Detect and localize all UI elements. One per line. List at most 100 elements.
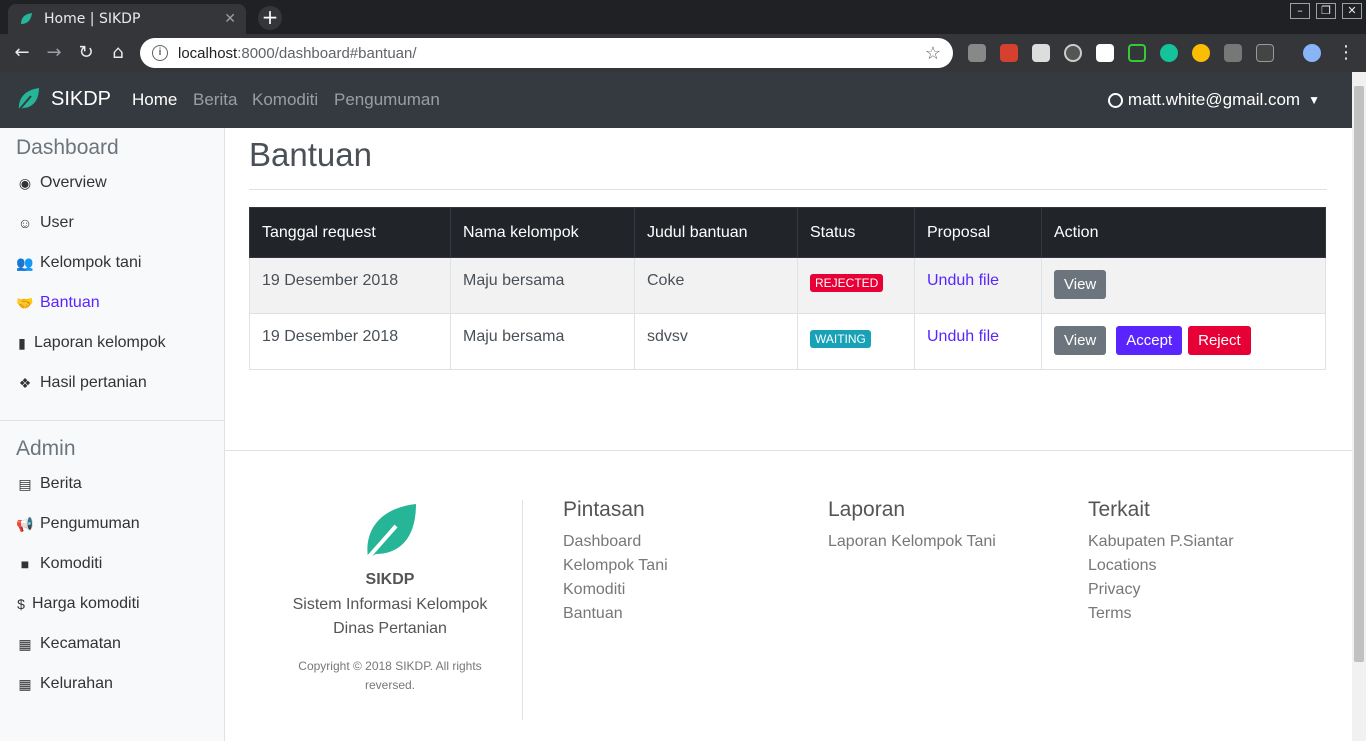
footer-link[interactable]: Kabupaten P.Siantar xyxy=(1088,530,1234,554)
main-content: Bantuan Tanggal request Nama kelompok Ju… xyxy=(225,128,1352,741)
sidebar-item-kecamatan[interactable]: ▦ Kecamatan xyxy=(16,635,121,653)
scrollbar-thumb[interactable] xyxy=(1354,86,1364,662)
download-link[interactable]: Unduh file xyxy=(927,328,999,345)
footer-col-pintasan: Pintasan Dashboard Kelompok Tani Komodit… xyxy=(563,498,668,626)
download-link[interactable]: Unduh file xyxy=(927,272,999,289)
table-row: 19 Desember 2018 Maju bersama Coke REJEC… xyxy=(249,257,1326,314)
view-button[interactable]: View xyxy=(1054,326,1107,355)
bullhorn-icon: 📢 xyxy=(16,515,34,532)
sidebar: Dashboard ◉ Overview ☺ User 👥 Kelompok tani… xyxy=(0,128,225,741)
sidebar-item-label: Overview xyxy=(40,174,107,191)
footer-link[interactable]: Komoditi xyxy=(563,578,668,602)
extension-icon[interactable] xyxy=(1128,44,1146,62)
minimize-button[interactable]: – xyxy=(1290,3,1310,19)
app-navbar: SIKDP Home Berita Komoditi Pengumuman ma… xyxy=(0,72,1352,128)
menu-icon[interactable]: ⋮ xyxy=(1334,41,1358,65)
profile-avatar[interactable] xyxy=(1303,44,1321,62)
sidebar-item-pengumuman[interactable]: 📢 Pengumuman xyxy=(16,515,139,533)
footer-link[interactable]: Privacy xyxy=(1088,578,1234,602)
bookmark-star-icon[interactable]: ☆ xyxy=(925,43,941,64)
sidebar-item-label: Kelurahan xyxy=(40,675,113,692)
sidebar-heading-dashboard: Dashboard xyxy=(16,136,119,159)
sidebar-item-label: User xyxy=(40,214,74,231)
accept-button[interactable]: Accept xyxy=(1116,326,1183,355)
sidebar-item-label: Kelompok tani xyxy=(40,254,142,271)
reload-icon[interactable]: ↻ xyxy=(74,41,98,65)
extension-icon[interactable] xyxy=(1032,44,1050,62)
sidebar-item-overview[interactable]: ◉ Overview xyxy=(16,174,107,192)
browser-tab[interactable]: Home | SIKDP ✕ xyxy=(8,4,246,34)
status-cell: REJECTED xyxy=(797,257,915,314)
dollar-icon: $ xyxy=(17,596,25,612)
footer-desc-line: Dinas Pertanian xyxy=(333,620,447,637)
sidebar-item-label: Harga komoditi xyxy=(32,595,140,612)
info-icon[interactable]: i xyxy=(152,45,168,61)
sidebar-item-label: Berita xyxy=(40,475,82,492)
sidebar-item-kelompok-tani[interactable]: 👥 Kelompok tani xyxy=(16,254,141,272)
new-tab-button[interactable]: + xyxy=(258,6,282,30)
footer-heading: Pintasan xyxy=(563,498,645,521)
user-menu[interactable]: matt.white@gmail.com ▼ xyxy=(1107,90,1320,110)
extension-icon[interactable] xyxy=(1096,44,1114,62)
sidebar-item-label: Bantuan xyxy=(40,294,100,311)
table-row: 19 Desember 2018 Maju bersama sdvsv WAIT… xyxy=(249,313,1326,370)
sidebar-item-hasil-pertanian[interactable]: ❖ Hasil pertanian xyxy=(16,374,147,392)
footer-link[interactable]: Kelompok Tani xyxy=(563,554,668,578)
view-button[interactable]: View xyxy=(1054,270,1107,299)
footer-link[interactable]: Terms xyxy=(1088,602,1234,626)
extension-icon[interactable] xyxy=(968,44,986,62)
group-cell: Maju bersama xyxy=(450,257,635,314)
reject-button[interactable]: Reject xyxy=(1188,326,1251,355)
footer-link[interactable]: Locations xyxy=(1088,554,1234,578)
extension-icon[interactable] xyxy=(1192,44,1210,62)
sidebar-item-laporan-kelompok[interactable]: ▮ Laporan kelompok xyxy=(16,334,166,352)
footer-link[interactable]: Bantuan xyxy=(563,602,668,626)
nav-home[interactable]: Home xyxy=(132,90,177,110)
file-icon: ▮ xyxy=(18,334,26,351)
extension-icon[interactable] xyxy=(1064,44,1082,62)
tab-close-icon[interactable]: ✕ xyxy=(224,11,236,27)
newspaper-icon: ▤ xyxy=(18,475,32,492)
sidebar-item-komoditi[interactable]: ■ Komoditi xyxy=(16,555,102,573)
title-divider xyxy=(249,189,1327,190)
extension-icon[interactable] xyxy=(1224,44,1242,62)
footer-brand-name: SIKDP xyxy=(365,571,415,588)
column-header: Action xyxy=(1041,207,1326,258)
forward-icon[interactable]: → xyxy=(42,41,66,65)
sidebar-heading-admin: Admin xyxy=(16,437,76,460)
sidebar-item-kelurahan[interactable]: ▦ Kelurahan xyxy=(16,675,113,693)
footer-separator xyxy=(522,500,523,720)
sidebar-item-user[interactable]: ☺ User xyxy=(16,214,74,232)
browser-tabbar: Home | SIKDP ✕ + – ❐ ✕ xyxy=(0,0,1366,34)
leaf-logo-icon xyxy=(364,504,416,562)
building-icon: ▦ xyxy=(18,675,32,692)
status-badge: REJECTED xyxy=(810,274,884,292)
sidebar-item-bantuan[interactable]: 🤝 Bantuan xyxy=(16,294,100,312)
table-header-row: Tanggal request Nama kelompok Judul bant… xyxy=(249,207,1326,258)
nav-pengumuman[interactable]: Pengumuman xyxy=(334,90,440,110)
sidebar-item-berita[interactable]: ▤ Berita xyxy=(16,475,82,493)
user-circle-icon xyxy=(1107,92,1123,108)
page-scrollbar[interactable] xyxy=(1352,72,1366,741)
proposal-cell: Unduh file xyxy=(914,313,1042,370)
brand-link[interactable]: SIKDP xyxy=(17,86,111,112)
leaf-icon xyxy=(21,13,32,24)
grammarly-icon[interactable] xyxy=(1160,44,1178,62)
title-cell: sdvsv xyxy=(634,313,798,370)
nav-berita[interactable]: Berita xyxy=(193,90,237,110)
cubes-icon: ❖ xyxy=(18,374,32,391)
back-icon[interactable]: ← xyxy=(10,41,34,65)
tab-title: Home | SIKDP xyxy=(44,11,141,27)
home-icon[interactable]: ⌂ xyxy=(106,41,130,65)
close-window-button[interactable]: ✕ xyxy=(1342,3,1362,19)
extension-icon[interactable] xyxy=(1256,44,1274,62)
address-bar[interactable]: i localhost:8000/dashboard#bantuan/ ☆ xyxy=(140,38,953,68)
box-icon: ■ xyxy=(20,556,30,572)
extension-icon[interactable] xyxy=(1000,44,1018,62)
sidebar-item-harga-komoditi[interactable]: $ Harga komoditi xyxy=(16,595,140,613)
building-icon: ▦ xyxy=(18,635,32,652)
footer-link[interactable]: Laporan Kelompok Tani xyxy=(828,530,996,554)
restore-button[interactable]: ❐ xyxy=(1316,3,1336,19)
nav-komoditi[interactable]: Komoditi xyxy=(252,90,318,110)
footer-link[interactable]: Dashboard xyxy=(563,530,668,554)
